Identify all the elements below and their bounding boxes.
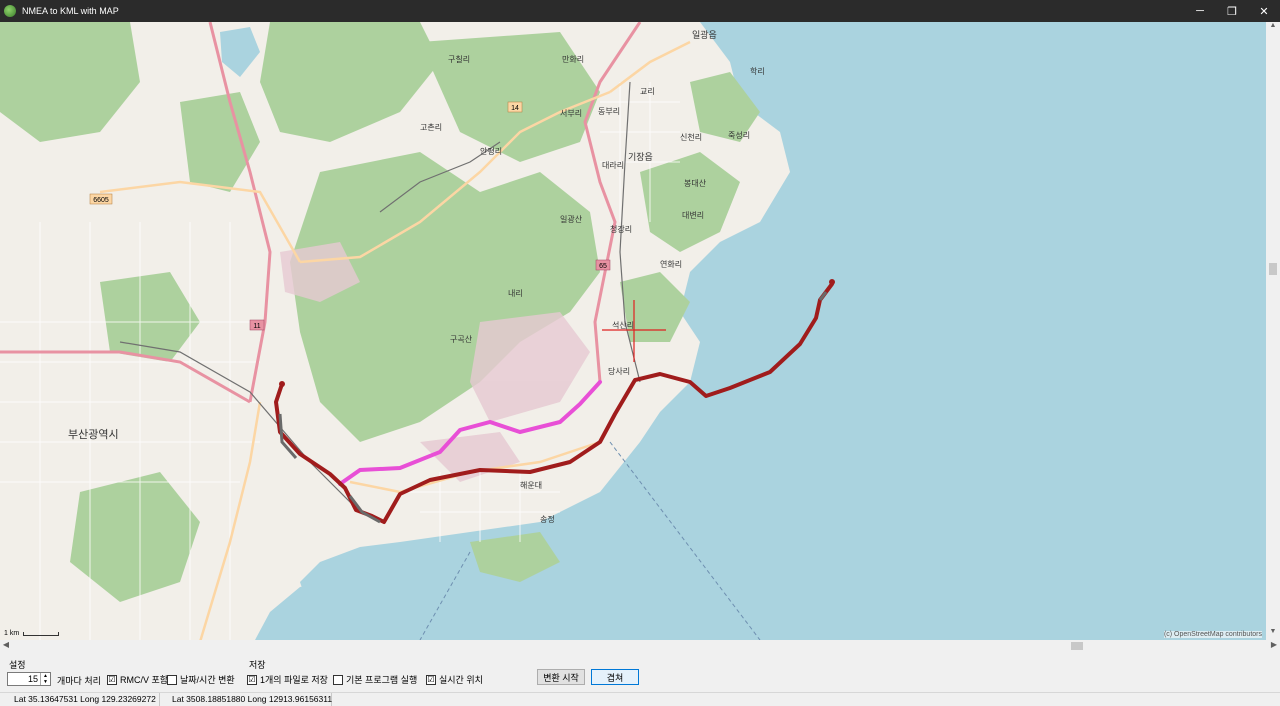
realtime-checkbox[interactable]: ☑ 실시간 위치: [426, 673, 483, 686]
bongdaesan-label: 봉대산: [684, 178, 707, 188]
dongbuli-label: 동부리: [598, 107, 620, 116]
default-program-label: 기본 프로그램 실행: [346, 675, 418, 685]
title-bar: NMEA to KML with MAP ─ ❐ ✕: [0, 0, 1280, 22]
control-panel: 설정 15 ▲ ▼ 개마다 처리 ☑ RMC/V 포함 날짜/시간 변환 저장 ☑…: [0, 652, 1280, 692]
city-label: 부산광역시: [68, 428, 119, 441]
window-controls: ─ ❐ ✕: [1184, 0, 1280, 22]
vertical-scroll-thumb[interactable]: [1269, 263, 1277, 275]
status-latlong: Lat 35.13647531 Long 129.23269272: [0, 693, 160, 706]
minimize-icon[interactable]: ─: [1184, 0, 1216, 22]
realtime-label: 실시간 위치: [439, 675, 483, 685]
default-program-checkbox[interactable]: 기본 프로그램 실행: [333, 673, 417, 686]
datetime-label: 날짜/시간 변환: [180, 675, 235, 685]
ilgwang-label: 일광읍: [692, 29, 717, 40]
interval-suffix-label: 개마다 처리: [57, 676, 101, 686]
gujisan-label: 구곡산: [450, 334, 473, 344]
vertical-scrollbar[interactable]: ▲ ▼: [1266, 22, 1280, 640]
track-start-marker: [279, 381, 285, 387]
single-file-checkbox[interactable]: ☑ 1개의 파일로 저장: [247, 673, 328, 686]
ilgwangsan-label: 일광산: [560, 214, 583, 224]
horizontal-scrollbar[interactable]: ◀ ▶: [0, 640, 1280, 652]
yeonhwari-label: 연화리: [660, 260, 682, 269]
interval-stepper[interactable]: 15 ▲ ▼: [7, 672, 51, 686]
settings-group-label: 설정: [9, 660, 26, 670]
rmcv-checkbox-box[interactable]: ☑: [107, 674, 117, 685]
scroll-left-icon[interactable]: ◀: [0, 640, 12, 652]
dangsari-label: 당사리: [608, 366, 630, 376]
cheongari-label: 청강리: [610, 224, 632, 234]
jukseongri-label: 죽성리: [728, 131, 750, 140]
scale-label: 1 km: [4, 630, 20, 637]
start-convert-button[interactable]: 변환 시작: [537, 669, 585, 685]
close-icon[interactable]: ✕: [1248, 0, 1280, 22]
sinchonri-label: 신천리: [680, 132, 702, 142]
realtime-checkbox-box[interactable]: ☑: [426, 674, 436, 685]
datetime-checkbox[interactable]: 날짜/시간 변환: [167, 673, 235, 686]
gochonri-label: 고촌리: [420, 123, 442, 132]
scroll-down-icon[interactable]: ▼: [1266, 628, 1280, 640]
interval-value: 15: [27, 674, 38, 684]
road-14-label: 14: [511, 105, 519, 112]
default-program-checkbox-box[interactable]: [333, 674, 343, 685]
scale-bar: [23, 631, 60, 636]
single-file-checkbox-box[interactable]: ☑: [247, 674, 257, 685]
road-65-label: 65: [599, 263, 607, 270]
daelari-label: 대라리: [602, 161, 624, 170]
horizontal-scroll-thumb[interactable]: [1071, 642, 1083, 650]
anpyeongri-label: 안평리: [480, 146, 502, 156]
road-6605-label: 6605: [93, 197, 109, 204]
window-title: NMEA to KML with MAP: [22, 6, 119, 16]
map-scale: 1 km: [4, 630, 60, 637]
status-bar: Lat 35.13647531 Long 129.23269272 Lat 35…: [0, 692, 1280, 706]
guchilri-label: 구칠리: [448, 55, 470, 64]
map-attribution: (c) OpenStreetMap contributors: [1163, 631, 1262, 638]
map-view[interactable]: 14 65 11 6605 부산광역시 기장읍 일광읍 석산리 당사리 연화리 …: [0, 22, 1266, 640]
overlay-button[interactable]: 겹쳐: [591, 669, 639, 685]
seobuli-label: 서부리: [560, 109, 582, 118]
gyori-label: 교리: [640, 87, 655, 96]
scroll-right-icon[interactable]: ▶: [1268, 640, 1280, 652]
gijang-label: 기장읍: [628, 152, 653, 162]
track-end-marker: [829, 279, 835, 285]
mananri-label: 만화리: [562, 55, 584, 64]
daebyeonri-label: 대변리: [682, 210, 704, 220]
rmcv-checkbox[interactable]: ☑ RMC/V 포함: [107, 673, 168, 686]
haeundae-label: 해운대: [520, 480, 542, 490]
datetime-checkbox-box[interactable]: [167, 674, 177, 685]
rmcv-label: RMC/V 포함: [120, 675, 169, 685]
scroll-up-icon[interactable]: ▲: [1266, 22, 1280, 34]
restore-icon[interactable]: ❐: [1216, 0, 1248, 22]
save-group-label: 저장: [249, 660, 266, 670]
road-11-label: 11: [253, 323, 260, 330]
status-raw-coords: Lat 3508.18851880 Long 12913.96156311: [160, 693, 332, 706]
stepper-arrows-icon[interactable]: ▲ ▼: [40, 673, 50, 685]
haksili-label: 학리: [750, 66, 765, 76]
map-canvas[interactable]: 14 65 11 6605 부산광역시 기장읍 일광읍 석산리 당사리 연화리 …: [0, 22, 1266, 640]
seokgwari-label: 석산리: [612, 320, 634, 330]
naeri-label: 내리: [508, 289, 523, 298]
app-globe-icon: [4, 5, 16, 17]
single-file-label: 1개의 파일로 저장: [260, 675, 328, 685]
songjeong-label: 송정: [540, 514, 555, 524]
